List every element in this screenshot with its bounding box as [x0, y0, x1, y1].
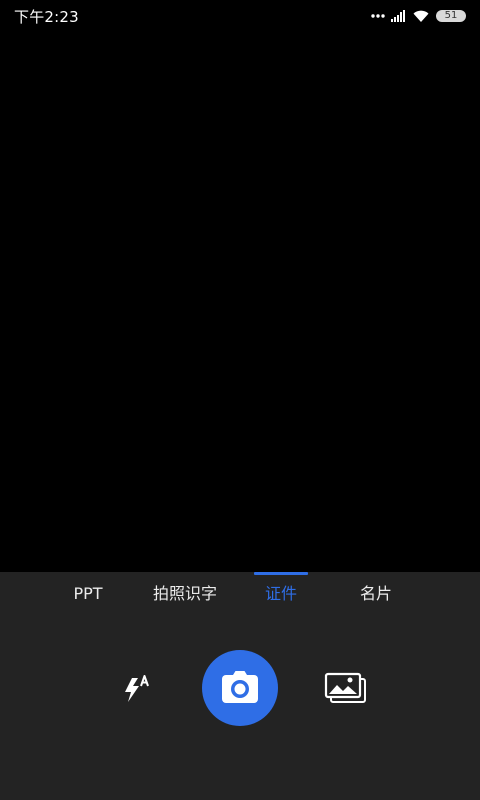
tab-photo-text-recognition[interactable]: 拍照识字 [137, 572, 233, 616]
battery-icon: 51 [436, 10, 466, 22]
tab-ppt[interactable]: PPT [40, 572, 136, 616]
flash-auto-button[interactable] [120, 672, 156, 706]
wifi-icon [413, 10, 429, 22]
battery-level: 51 [444, 10, 458, 21]
status-time: 下午2:23 [14, 8, 79, 26]
camera-viewfinder[interactable] [0, 32, 480, 572]
bottom-control-panel: PPT 拍照识字 证件 名片 [0, 572, 480, 800]
status-bar: 下午2:23 51 [0, 0, 480, 32]
shutter-button[interactable] [202, 650, 278, 726]
status-icons: 51 [371, 9, 466, 23]
flash-auto-icon [125, 675, 149, 702]
tab-business-card[interactable]: 名片 [328, 572, 424, 616]
gallery-icon [324, 672, 366, 703]
dots-icon [371, 14, 385, 18]
signal-icon [391, 10, 405, 22]
gallery-button[interactable] [324, 672, 368, 704]
camera-icon [222, 671, 258, 703]
tab-id-document[interactable]: 证件 [233, 572, 329, 616]
